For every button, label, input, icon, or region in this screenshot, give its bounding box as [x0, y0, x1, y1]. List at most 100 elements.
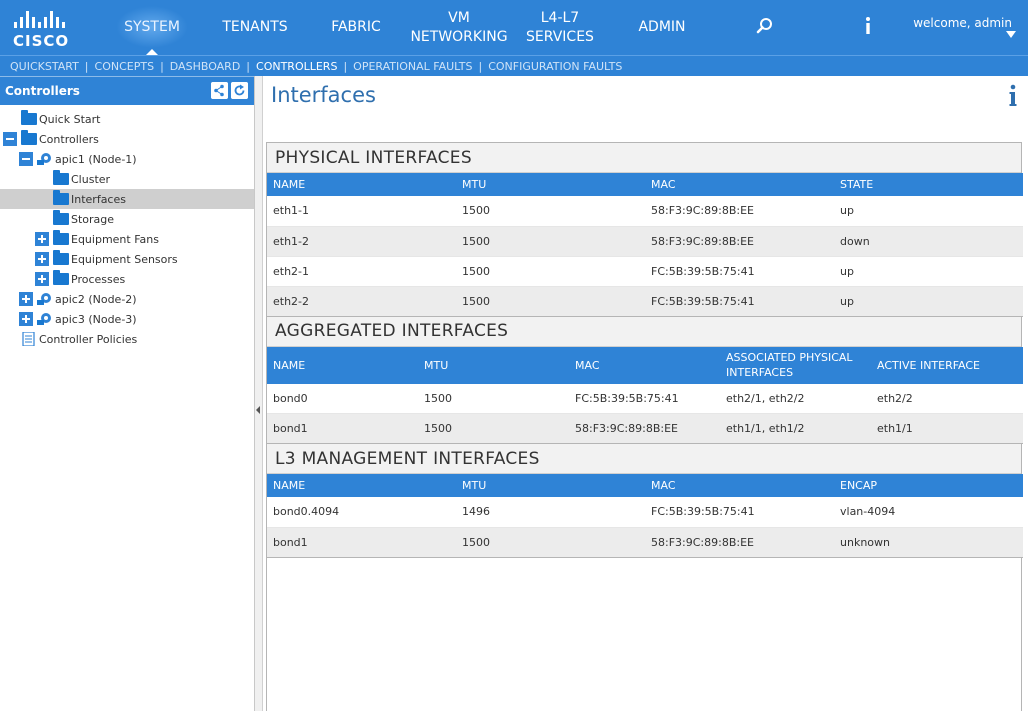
- info-icon[interactable]: [862, 16, 874, 36]
- cell-encap: vlan-4094: [834, 497, 1023, 528]
- subnav-concepts[interactable]: CONCEPTS: [95, 60, 155, 73]
- aggregated-interfaces-table: NAME MTU MAC ASSOCIATED PHYSICAL INTERFA…: [267, 346, 1023, 444]
- policy-document-icon: [22, 332, 35, 346]
- cisco-logo-bars-icon: [14, 10, 85, 28]
- table-row[interactable]: eth1-2 1500 58:F3:9C:89:8B:EE down: [267, 226, 1023, 257]
- cell-mac: FC:5B:39:5B:75:41: [645, 256, 834, 287]
- cell-mac: FC:5B:39:5B:75:41: [645, 286, 834, 317]
- column-header-name[interactable]: NAME: [267, 346, 418, 384]
- cell-mtu: 1500: [456, 527, 645, 558]
- subnav-controllers[interactable]: CONTROLLERS: [256, 60, 337, 73]
- cell-mac: FC:5B:39:5B:75:41: [569, 383, 720, 414]
- tree-item-apic1[interactable]: apic1 (Node-1): [0, 149, 254, 169]
- tab-tenants[interactable]: TENANTS: [214, 0, 296, 55]
- column-header-name[interactable]: NAME: [267, 173, 456, 196]
- expand-icon[interactable]: [19, 312, 33, 326]
- expand-icon[interactable]: [35, 252, 49, 266]
- info-icon[interactable]: [1008, 84, 1018, 108]
- cell-active-interface: eth2/2: [871, 383, 1023, 414]
- column-header-mtu[interactable]: MTU: [456, 173, 645, 196]
- cell-mac: 58:F3:9C:89:8B:EE: [569, 413, 720, 444]
- tree-item-quick-start[interactable]: Quick Start: [0, 109, 254, 129]
- controller-node-icon: [37, 293, 51, 305]
- collapse-icon[interactable]: [3, 132, 17, 146]
- subnav-dashboard[interactable]: DASHBOARD: [170, 60, 241, 73]
- cell-name: eth1-2: [267, 226, 456, 257]
- controller-node-icon: [37, 313, 51, 325]
- cell-associated-interfaces: eth2/1, eth2/2: [720, 383, 871, 414]
- table-row[interactable]: bond0 1500 FC:5B:39:5B:75:41 eth2/1, eth…: [267, 383, 1023, 414]
- cisco-logo[interactable]: CISCO: [13, 10, 85, 50]
- search-icon[interactable]: [756, 17, 774, 35]
- tree-item-equipment-fans[interactable]: Equipment Fans: [0, 229, 254, 249]
- tree-item-storage[interactable]: Storage: [0, 209, 254, 229]
- column-header-mac[interactable]: MAC: [569, 346, 720, 384]
- tab-vm-networking-label-line1: VM: [448, 9, 470, 26]
- table-row[interactable]: eth2-1 1500 FC:5B:39:5B:75:41 up: [267, 256, 1023, 287]
- tree-item-controllers[interactable]: Controllers: [0, 129, 254, 149]
- tree-item-controller-policies[interactable]: Controller Policies: [0, 329, 254, 349]
- tree-item-label: Equipment Fans: [71, 232, 159, 246]
- cell-state: up: [834, 286, 1023, 317]
- table-header-row: NAME MTU MAC ENCAP: [267, 474, 1023, 497]
- table-row[interactable]: bond0.4094 1496 FC:5B:39:5B:75:41 vlan-4…: [267, 497, 1023, 528]
- subnav-quickstart[interactable]: QUICKSTART: [10, 60, 79, 73]
- column-header-state[interactable]: STATE: [834, 173, 1023, 196]
- subnav-separator: |: [160, 59, 164, 73]
- refresh-icon[interactable]: [231, 82, 248, 99]
- column-header-active-interface[interactable]: ACTIVE INTERFACE: [871, 346, 1023, 384]
- table-row[interactable]: bond1 1500 58:F3:9C:89:8B:EE eth1/1, eth…: [267, 413, 1023, 444]
- expand-icon[interactable]: [35, 272, 49, 286]
- subnav-configuration-faults[interactable]: CONFIGURATION FAULTS: [488, 60, 622, 73]
- tab-l4-l7-label-line2: SERVICES: [526, 28, 594, 45]
- cell-mtu: 1500: [456, 256, 645, 287]
- subnav-separator: |: [84, 59, 89, 73]
- folder-icon: [53, 250, 69, 265]
- navigation-pane-header: Controllers: [0, 76, 254, 105]
- column-header-encap[interactable]: ENCAP: [834, 474, 1023, 497]
- collapse-icon[interactable]: [19, 152, 33, 166]
- user-menu-chevron-down-icon[interactable]: [1006, 31, 1016, 38]
- tree-item-apic2[interactable]: apic2 (Node-2): [0, 289, 254, 309]
- tree-item-cluster[interactable]: Cluster: [0, 169, 254, 189]
- column-header-mac[interactable]: MAC: [645, 474, 834, 497]
- physical-interfaces-table: NAME MTU MAC STATE eth1-1 1500 58:F3:9C:…: [267, 173, 1023, 317]
- welcome-user-label[interactable]: welcome, admin: [913, 16, 1012, 30]
- tree-item-label: Controller Policies: [39, 332, 138, 346]
- subnav-operational-faults[interactable]: OPERATIONAL FAULTS: [353, 60, 472, 73]
- expand-icon[interactable]: [19, 292, 33, 306]
- tab-admin[interactable]: ADMIN: [628, 0, 696, 55]
- tree-item-label: Interfaces: [71, 192, 126, 206]
- table-row[interactable]: eth1-1 1500 58:F3:9C:89:8B:EE up: [267, 196, 1023, 227]
- tree-item-equipment-sensors[interactable]: Equipment Sensors: [0, 249, 254, 269]
- column-header-mac[interactable]: MAC: [645, 173, 834, 196]
- column-header-name[interactable]: NAME: [267, 474, 456, 497]
- table-row[interactable]: eth2-2 1500 FC:5B:39:5B:75:41 up: [267, 286, 1023, 317]
- topology-icon[interactable]: [211, 82, 228, 99]
- column-header-associated-physical-interfaces[interactable]: ASSOCIATED PHYSICAL INTERFACES: [720, 346, 871, 384]
- tree-item-processes[interactable]: Processes: [0, 269, 254, 289]
- table-header-row: NAME MTU MAC STATE: [267, 173, 1023, 196]
- top-navigation-bar: CISCO SYSTEM TENANTS FABRIC VM NETWORKING…: [0, 0, 1028, 55]
- subnav-separator: |: [246, 59, 251, 73]
- column-header-mtu[interactable]: MTU: [418, 346, 569, 384]
- navigation-tree: Quick Start Controllers apic1 (Node-1) C…: [0, 109, 254, 349]
- tree-item-interfaces[interactable]: Interfaces: [0, 189, 254, 209]
- column-header-mtu[interactable]: MTU: [456, 474, 645, 497]
- tab-fabric[interactable]: FABRIC: [320, 0, 392, 55]
- pane-splitter[interactable]: [255, 76, 263, 711]
- cell-name: bond0.4094: [267, 497, 456, 528]
- tab-l4-l7-services[interactable]: L4-L7 SERVICES: [520, 0, 600, 55]
- tree-item-label: Storage: [71, 212, 115, 226]
- cell-mac: 58:F3:9C:89:8B:EE: [645, 196, 834, 227]
- tree-item-apic3[interactable]: apic3 (Node-3): [0, 309, 254, 329]
- folder-icon: [53, 210, 69, 225]
- expand-icon[interactable]: [35, 232, 49, 246]
- navigation-pane-title: Controllers: [5, 84, 80, 98]
- tab-vm-networking[interactable]: VM NETWORKING: [408, 0, 510, 55]
- tab-system[interactable]: SYSTEM: [112, 0, 192, 55]
- cell-mtu: 1500: [456, 196, 645, 227]
- table-row[interactable]: bond1 1500 58:F3:9C:89:8B:EE unknown: [267, 527, 1023, 558]
- sub-navigation-bar: QUICKSTART | CONCEPTS | DASHBOARD | CONTROL…: [0, 55, 1028, 76]
- tree-item-label: Equipment Sensors: [71, 252, 178, 266]
